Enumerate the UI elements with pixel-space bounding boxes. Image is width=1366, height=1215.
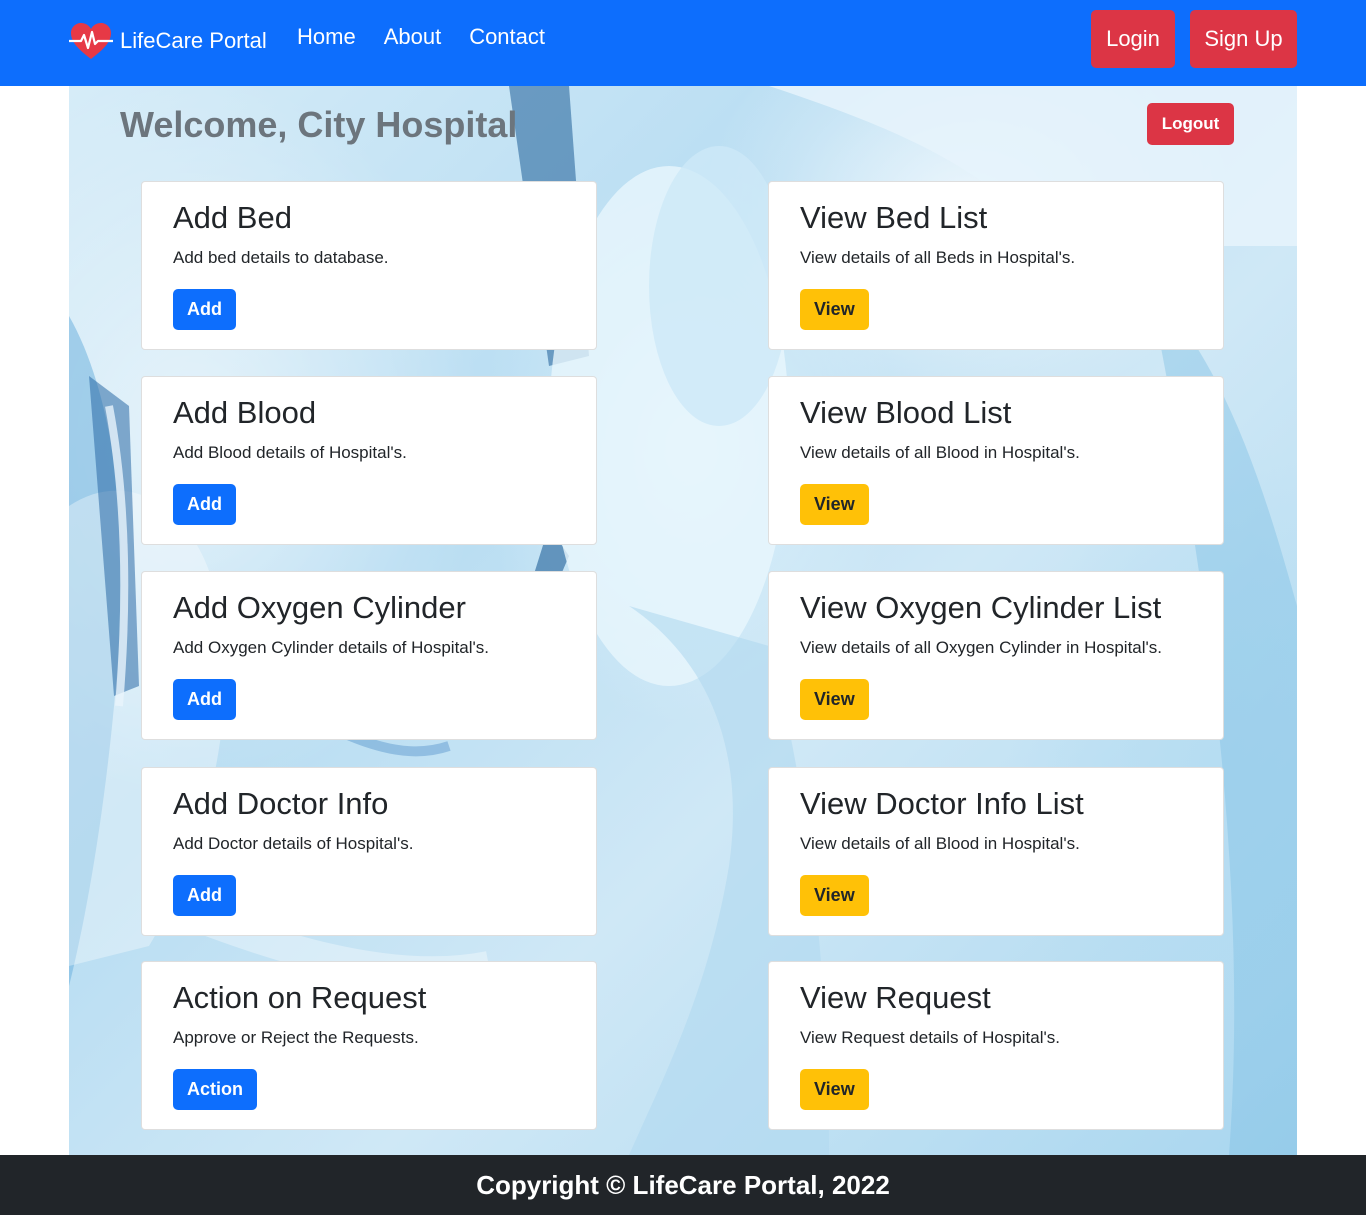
card-description: Add bed details to database.: [173, 248, 389, 267]
view-bed-list-button[interactable]: View: [800, 289, 869, 330]
brand-link[interactable]: LifeCare Portal: [68, 20, 267, 62]
card-title: Add Blood: [173, 395, 317, 430]
card-title: View Request: [800, 980, 991, 1015]
card-view-request: View Request View Request details of Hos…: [768, 961, 1224, 1130]
footer: Copyright © LifeCare Portal, 2022: [0, 1155, 1366, 1215]
nav-contact-link[interactable]: Contact: [469, 24, 545, 50]
welcome-heading: Welcome, City Hospital: [120, 104, 518, 145]
card-title: Add Oxygen Cylinder: [173, 590, 466, 625]
card-add-doctor-info: Add Doctor Info Add Doctor details of Ho…: [141, 767, 597, 936]
card-description: View details of all Blood in Hospital's.: [800, 834, 1080, 853]
card-view-oxygen-cylinder-list: View Oxygen Cylinder List View details o…: [768, 571, 1224, 740]
dashboard-main: Welcome, City Hospital Logout Add Bed Ad…: [69, 86, 1297, 1155]
login-button[interactable]: Login: [1091, 10, 1175, 68]
card-description: Add Blood details of Hospital's.: [173, 443, 407, 462]
card-description: View details of all Oxygen Cylinder in H…: [800, 638, 1162, 657]
card-description: View Request details of Hospital's.: [800, 1028, 1060, 1047]
add-doctor-info-button[interactable]: Add: [173, 875, 236, 916]
add-bed-button[interactable]: Add: [173, 289, 236, 330]
view-blood-list-button[interactable]: View: [800, 484, 869, 525]
heart-pulse-icon: [69, 23, 113, 59]
nav-about-link[interactable]: About: [384, 24, 442, 50]
card-description: View details of all Blood in Hospital's.: [800, 443, 1080, 462]
card-add-blood: Add Blood Add Blood details of Hospital'…: [141, 376, 597, 545]
card-view-bed-list: View Bed List View details of all Beds i…: [768, 181, 1224, 350]
action-on-request-button[interactable]: Action: [173, 1069, 257, 1110]
view-oxygen-cylinder-list-button[interactable]: View: [800, 679, 869, 720]
signup-button[interactable]: Sign Up: [1190, 10, 1297, 68]
card-add-oxygen-cylinder: Add Oxygen Cylinder Add Oxygen Cylinder …: [141, 571, 597, 740]
card-title: Add Bed: [173, 200, 292, 235]
copyright-text: Copyright © LifeCare Portal, 2022: [476, 1169, 890, 1200]
add-blood-button[interactable]: Add: [173, 484, 236, 525]
card-title: View Doctor Info List: [800, 786, 1084, 821]
brand-name: LifeCare Portal: [120, 28, 267, 53]
card-title: Add Doctor Info: [173, 786, 389, 821]
card-title: Action on Request: [173, 980, 427, 1015]
card-description: Approve or Reject the Requests.: [173, 1028, 419, 1047]
view-doctor-info-list-button[interactable]: View: [800, 875, 869, 916]
card-description: View details of all Beds in Hospital's.: [800, 248, 1076, 267]
nav-links: Home About Contact: [297, 24, 545, 50]
card-title: View Bed List: [800, 200, 988, 235]
view-request-button[interactable]: View: [800, 1069, 869, 1110]
card-title: View Oxygen Cylinder List: [800, 590, 1162, 625]
logout-button[interactable]: Logout: [1147, 103, 1234, 145]
card-description: Add Doctor details of Hospital's.: [173, 834, 414, 853]
card-description: Add Oxygen Cylinder details of Hospital'…: [173, 638, 490, 657]
card-view-blood-list: View Blood List View details of all Bloo…: [768, 376, 1224, 545]
card-add-bed: Add Bed Add bed details to database. Add: [141, 181, 597, 350]
top-navbar: LifeCare Portal Home About Contact Login…: [0, 0, 1366, 86]
nav-home-link[interactable]: Home: [297, 24, 356, 50]
card-action-on-request: Action on Request Approve or Reject the …: [141, 961, 597, 1130]
card-title: View Blood List: [800, 395, 1012, 430]
card-view-doctor-info-list: View Doctor Info List View details of al…: [768, 767, 1224, 936]
add-oxygen-cylinder-button[interactable]: Add: [173, 679, 236, 720]
